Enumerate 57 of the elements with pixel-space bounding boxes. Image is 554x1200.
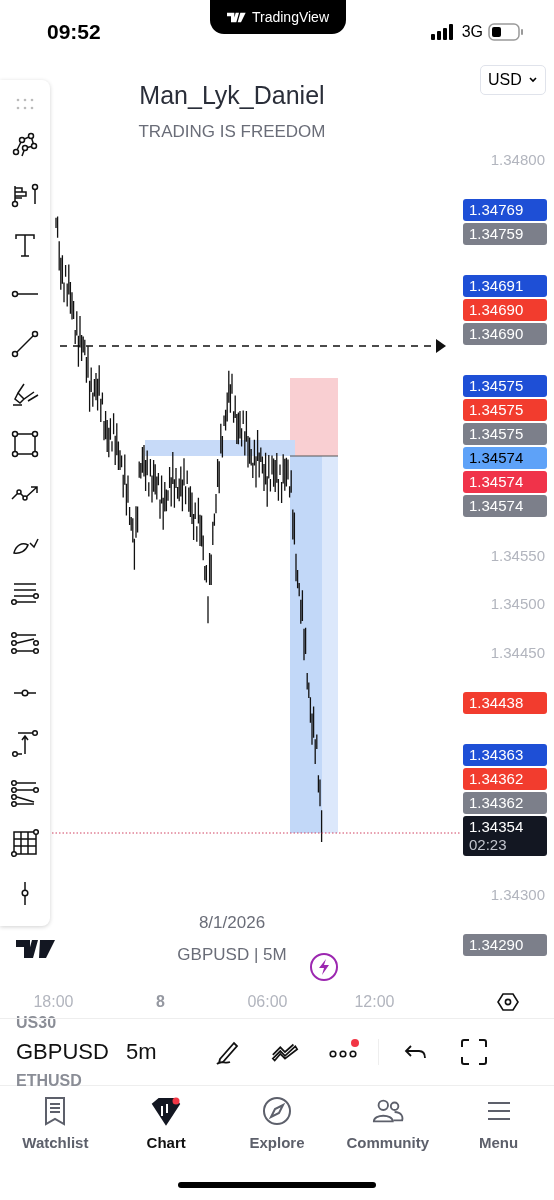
price-label: 1.34574 (463, 471, 547, 494)
price-label: 1.34575 (463, 423, 547, 446)
price-label: 1.34575 (463, 375, 547, 398)
price-label: 1.34354 02:23 (463, 815, 547, 856)
long-position-icon[interactable] (10, 728, 40, 759)
chart-symbol: GBPUSD | 5M (177, 945, 287, 965)
trend-line-icon[interactable] (10, 329, 40, 360)
currency-dropdown[interactable]: USD (480, 65, 546, 95)
logo-icon (226, 11, 247, 23)
price-label: 1.34690 (463, 323, 547, 346)
settings-icon[interactable] (497, 991, 519, 1013)
nav-tab[interactable]: Menu (443, 1096, 554, 1151)
symbol-picker-item[interactable]: GBPUSD (16, 1034, 118, 1070)
chart-subtitle: TRADING IS FREEDOM (138, 122, 326, 142)
nav-tab[interactable]: Chart (111, 1096, 222, 1151)
compass-icon (261, 1096, 293, 1126)
rectangle-tool-icon[interactable] (10, 429, 40, 460)
chart-icon (150, 1096, 183, 1126)
price-label: 1.34362 (463, 767, 547, 790)
price-tick: 1.34450 (489, 643, 546, 662)
app-banner: TradingView (210, 0, 346, 34)
grid-tool-icon[interactable] (10, 828, 40, 859)
price-tick: 1.34550 (489, 547, 546, 566)
fullscreen-icon[interactable] (459, 1037, 489, 1067)
price-label: 1.34574 (463, 447, 547, 470)
price-label: 1.34363 (463, 743, 547, 766)
lightning-icon[interactable] (309, 952, 339, 982)
nav-tab[interactable]: Watchlist (0, 1096, 111, 1151)
price-label: 1.34438 (463, 691, 547, 714)
price-label: 1.34574 (463, 495, 547, 518)
price-label: 1.34759 (463, 223, 547, 246)
price-tick: 1.34800 (489, 151, 546, 169)
price-label: 1.34362 (463, 791, 547, 814)
time-label: 06:00 (246, 992, 289, 1011)
nav-tab[interactable]: Community (332, 1096, 443, 1151)
battery-icon (488, 22, 524, 41)
interval-button[interactable]: 5m (118, 1039, 212, 1065)
chevron-down-icon (528, 76, 538, 84)
chart-title: Man_Lyk_Daniel (139, 81, 325, 110)
time-label: 8 (155, 992, 166, 1011)
time-label: 12:00 (353, 992, 396, 1011)
price-label: 1.34290 (463, 933, 547, 956)
price-label: 1.34769 (463, 199, 547, 222)
logo-icon (16, 939, 56, 959)
time-label: 18:00 (32, 992, 75, 1011)
fib-channel-icon[interactable] (10, 778, 40, 809)
price-label: 1.34690 (463, 299, 547, 322)
price-label: 1.34691 (463, 275, 547, 298)
price-label: 1.34575 (463, 399, 547, 422)
network-label: 3G (461, 22, 483, 41)
symbol-picker-item[interactable]: ETHUSD (16, 1070, 118, 1092)
chart-date: 8/1/2026 (198, 913, 266, 933)
status-time: 09:52 (47, 19, 101, 44)
drag-handle-icon[interactable] (15, 97, 35, 110)
nav-tab[interactable]: Explore (222, 1096, 332, 1151)
price-tick: 1.34500 (489, 595, 546, 614)
price-tick: 1.34300 (489, 885, 546, 904)
